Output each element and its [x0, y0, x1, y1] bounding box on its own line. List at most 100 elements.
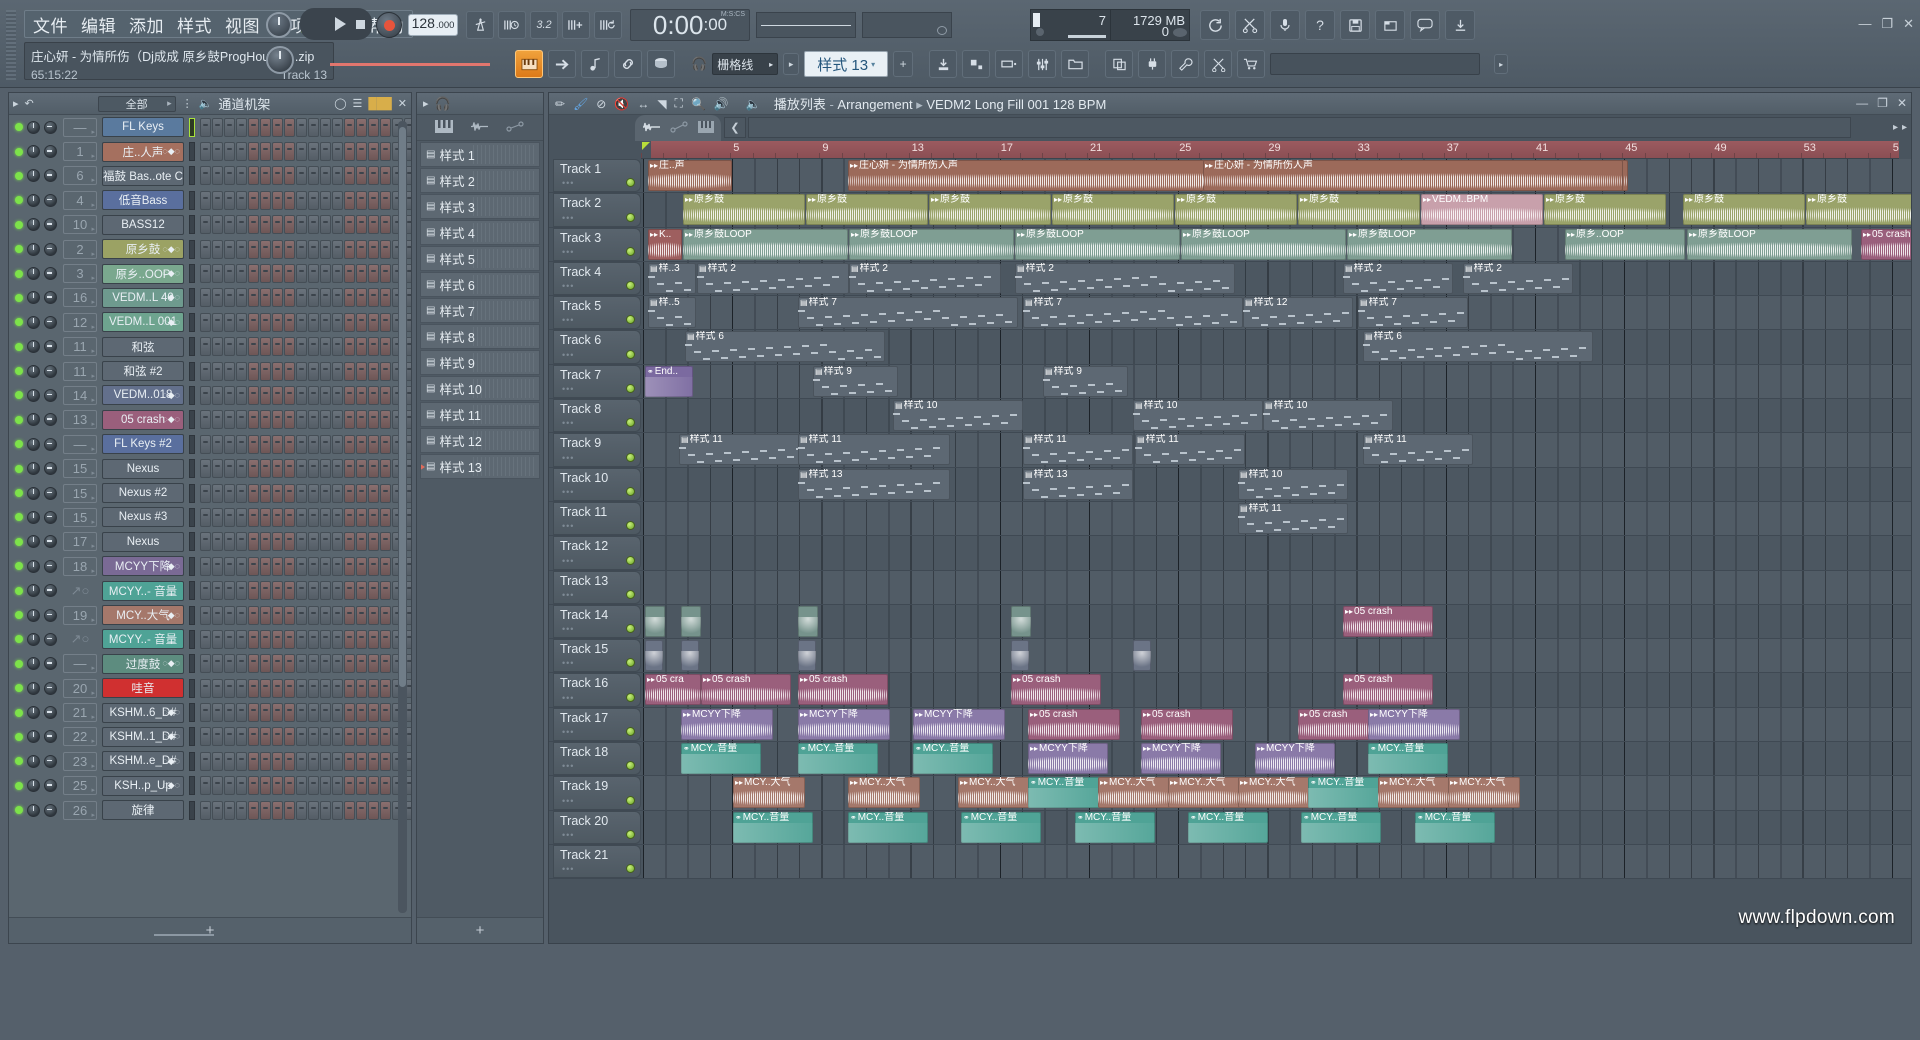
pattern-add-button[interactable]: +	[417, 917, 543, 943]
playlist-clip[interactable]: ⚭MCY..音量	[848, 811, 928, 843]
track-enable-led[interactable]	[626, 589, 635, 599]
channel-row[interactable]: —过度鼓◌◆◌	[9, 652, 411, 676]
step-button[interactable]	[296, 605, 307, 625]
wrench-icon[interactable]	[1171, 50, 1200, 78]
playlist-clip[interactable]: ▤样..3	[648, 262, 696, 294]
channel-pan-knob[interactable]	[44, 388, 57, 402]
wait-icon[interactable]	[498, 11, 526, 39]
channel-mixer-slot[interactable]: 22	[63, 727, 97, 747]
step-button[interactable]	[272, 800, 283, 820]
step-button[interactable]	[200, 800, 211, 820]
playlist-clip[interactable]: ▤样..5	[648, 297, 696, 329]
channel-name[interactable]: VEDM..018 ◌◆◌	[102, 385, 184, 406]
step-button[interactable]	[368, 678, 379, 698]
step-button[interactable]	[368, 215, 379, 235]
channel-name[interactable]: 05 crash ◌◆◌	[102, 409, 184, 430]
step-button[interactable]	[260, 142, 271, 162]
step-button[interactable]	[248, 190, 259, 210]
step-button[interactable]	[212, 142, 223, 162]
step-button[interactable]	[200, 434, 211, 454]
channel-name[interactable]: KSHM..e_D# ◌◆◌	[102, 751, 184, 772]
step-button[interactable]	[200, 678, 211, 698]
playlist-clip[interactable]: ▤样式 7	[1023, 297, 1243, 329]
step-button[interactable]	[380, 532, 391, 552]
channel-row[interactable]: 11和弦	[9, 335, 411, 359]
step-button[interactable]	[212, 385, 223, 405]
step-button[interactable]	[260, 581, 271, 601]
step-button[interactable]	[236, 605, 247, 625]
step-button[interactable]	[260, 337, 271, 357]
step-button[interactable]	[308, 434, 319, 454]
step-button[interactable]	[320, 142, 331, 162]
channel-mixer-slot[interactable]: 14	[63, 385, 97, 405]
playlist-clip[interactable]: ▸▸原乡鼓	[683, 194, 805, 226]
step-button[interactable]	[212, 239, 223, 259]
step-button[interactable]	[356, 117, 367, 137]
step-button[interactable]	[332, 142, 343, 162]
channel-name[interactable]: BASS12	[102, 214, 184, 235]
step-button[interactable]	[296, 629, 307, 649]
step-button[interactable]	[332, 800, 343, 820]
step-button[interactable]	[272, 751, 283, 771]
channel-name[interactable]: MCYY..- 音量	[102, 629, 184, 650]
track-lane[interactable]: ▤样..3 ▤样式 2 ▤样式 2 ▤样式 2 ▤样式 2 ▤样式 2	[643, 261, 1911, 296]
step-button[interactable]	[224, 459, 235, 479]
channel-name[interactable]: Nexus #3	[102, 507, 184, 528]
pattern-list-item[interactable]: ▤ 样式 11	[420, 401, 540, 428]
channel-volume-knob[interactable]	[27, 730, 40, 744]
playlist-clip[interactable]: ⚭End..	[645, 365, 693, 397]
channel-row[interactable]: —FL Keys #2	[9, 432, 411, 456]
playlist-clip[interactable]: ▸▸原乡鼓LOOP	[1181, 228, 1346, 260]
step-button[interactable]	[308, 654, 319, 674]
tab-piano-icon[interactable]	[435, 119, 453, 136]
step-button[interactable]	[200, 605, 211, 625]
step-button[interactable]	[308, 532, 319, 552]
step-button[interactable]	[272, 190, 283, 210]
step-button[interactable]	[248, 727, 259, 747]
scissors-icon[interactable]	[1235, 10, 1265, 40]
step-button[interactable]	[236, 166, 247, 186]
step-button[interactable]	[236, 727, 247, 747]
step-button[interactable]	[356, 703, 367, 723]
track-lane[interactable]: ▤样式 11	[643, 501, 1911, 536]
step-button[interactable]	[272, 532, 283, 552]
channel-volume-knob[interactable]	[27, 706, 40, 720]
step-button[interactable]	[380, 507, 391, 527]
step-sequencer[interactable]	[200, 629, 411, 649]
playlist-clip[interactable]: ⚭MCY..音量	[1368, 743, 1448, 775]
channel-name[interactable]: 庄..人声 ◌◆◌	[102, 141, 184, 162]
step-sequencer[interactable]	[200, 410, 411, 430]
step-button[interactable]	[224, 166, 235, 186]
playlist-maximize[interactable]: ❐	[1877, 96, 1888, 110]
step-button[interactable]	[380, 142, 391, 162]
step-button[interactable]	[380, 581, 391, 601]
loop-icon[interactable]	[594, 11, 622, 39]
playlist-clip[interactable]: ▸▸原乡鼓	[1175, 194, 1297, 226]
playlist-clip[interactable]: ▸▸MCY..大气	[733, 777, 805, 809]
step-button[interactable]	[344, 190, 355, 210]
channel-name[interactable]: MCYY下降 ◌◆◌	[102, 556, 184, 577]
step-button[interactable]	[236, 264, 247, 284]
step-button[interactable]	[296, 556, 307, 576]
step-button[interactable]	[380, 483, 391, 503]
step-button[interactable]	[248, 142, 259, 162]
step-button[interactable]	[332, 312, 343, 332]
step-button[interactable]	[344, 507, 355, 527]
playlist-clip[interactable]: ▤样式 10	[1133, 400, 1263, 432]
channel-row[interactable]: 20哇音	[9, 676, 411, 700]
chevron-right-icon[interactable]: ▸	[423, 97, 429, 110]
track-lane[interactable]: ▤样式 11 ▤样式 11 ▤样式 11 ▤样式 11 ▤样式 11	[643, 433, 1911, 467]
step-button[interactable]	[236, 483, 247, 503]
step-button[interactable]	[332, 703, 343, 723]
track-enable-led[interactable]	[626, 727, 635, 737]
step-button[interactable]	[308, 483, 319, 503]
step-button[interactable]	[368, 581, 379, 601]
playlist-clip[interactable]: ▤样式 6	[1363, 331, 1593, 363]
step-button[interactable]	[200, 727, 211, 747]
step-button[interactable]	[320, 703, 331, 723]
step-button[interactable]	[356, 800, 367, 820]
step-button[interactable]	[212, 629, 223, 649]
channel-row[interactable]: 17Nexus	[9, 530, 411, 554]
step-button[interactable]	[308, 776, 319, 796]
step-button[interactable]	[308, 751, 319, 771]
